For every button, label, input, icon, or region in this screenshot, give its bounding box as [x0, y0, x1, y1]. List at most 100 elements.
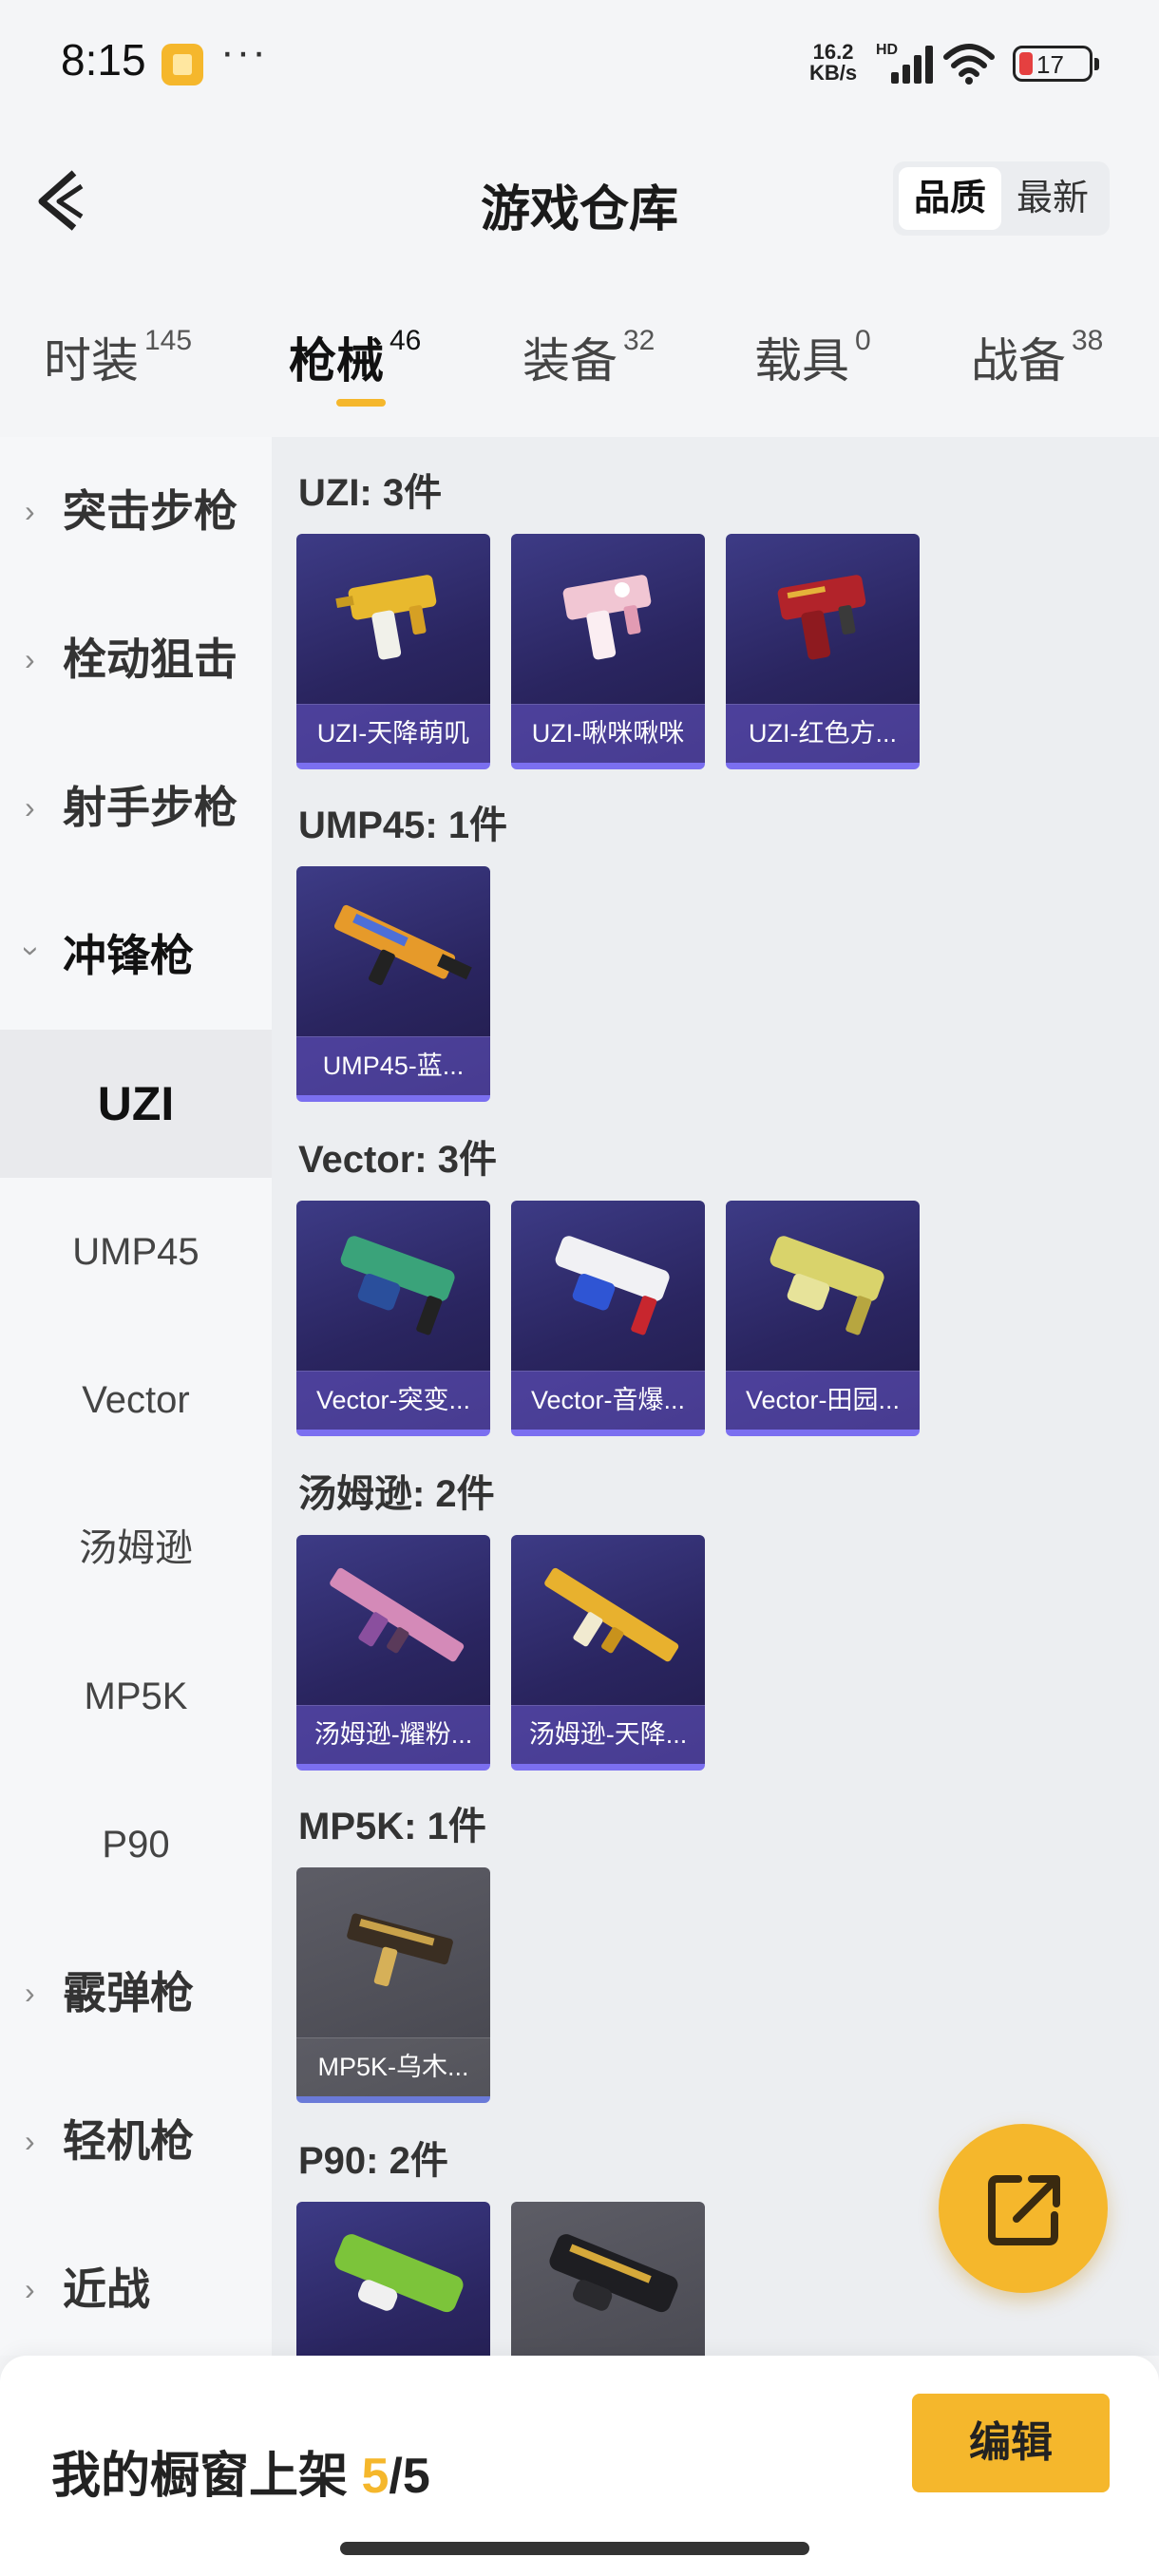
share-icon	[988, 2175, 1060, 2245]
sort-latest-button[interactable]: 最新	[1001, 167, 1104, 230]
tab-label: 时装	[44, 334, 139, 388]
group-title-uzi: UZI: 3件	[298, 472, 443, 514]
uzi-skin-icon	[335, 575, 437, 660]
uzi-skin-icon	[777, 575, 866, 660]
tab-count: 0	[855, 325, 871, 356]
sidebar-item-label: 近战	[63, 2264, 150, 2314]
sidebar-sub-uzi[interactable]: UZI	[0, 1030, 272, 1178]
sidebar-item-label: 射手步枪	[63, 783, 238, 832]
chevron-right-icon: ›	[25, 1976, 35, 2010]
sidebar-item-marksman-rifle[interactable]: › 射手步枪	[0, 733, 272, 881]
showcase-label: 我的橱窗上架	[51, 2449, 349, 2504]
notification-app-icon	[162, 44, 203, 85]
edit-button[interactable]: 编辑	[912, 2394, 1110, 2492]
battery-icon: 17	[1013, 46, 1099, 82]
thompson-skin-icon	[544, 1567, 679, 1662]
weapon-name: Vector-音爆...	[530, 1386, 686, 1414]
ump45-skin-icon	[333, 904, 472, 986]
uzi-skin-icon	[562, 575, 652, 660]
sidebar-item-melee[interactable]: › 近战	[0, 2215, 272, 2363]
weapon-card[interactable]	[296, 2202, 490, 2356]
group-title-vector: Vector: 3件	[298, 1139, 497, 1181]
thompson-skin-icon	[330, 1567, 465, 1662]
sidebar-item-assault-rifle[interactable]: › 突击步枪	[0, 437, 272, 585]
weapon-name: 汤姆逊-耀粉...	[314, 1720, 473, 1749]
tab-count: 38	[1072, 325, 1104, 356]
sidebar-item-label: 冲锋枪	[63, 931, 194, 980]
bottom-bar: 我的橱窗上架 5/5 编辑	[0, 2356, 1159, 2576]
sidebar-sub-ump45[interactable]: UMP45	[0, 1178, 272, 1326]
vector-skin-icon	[340, 1236, 455, 1335]
sidebar-sub-mp5k[interactable]: MP5K	[0, 1622, 272, 1771]
tab-count: 145	[144, 325, 193, 356]
sidebar-item-label: 霰弹枪	[63, 1968, 194, 2017]
sidebar-sub-p90[interactable]: P90	[0, 1771, 272, 1919]
item-grid: UZI: 3件 UZI-天降萌叽 UZI-啾咪啾咪 UZI-红色方... UMP…	[272, 437, 1159, 2356]
weapon-name: UZI-天降萌叽	[316, 719, 470, 748]
showcase-separator: /	[389, 2449, 403, 2504]
showcase-status: 我的橱窗上架 5/5	[51, 2435, 430, 2507]
sidebar-item-label: 轻机枪	[63, 2116, 194, 2166]
network-speed-value: 16.2	[812, 40, 854, 64]
tab-fashion[interactable]: 时装 145	[44, 323, 192, 391]
wifi-icon	[943, 44, 995, 85]
sidebar-sub-vector[interactable]: Vector	[0, 1326, 272, 1474]
tab-label: 载具	[754, 334, 849, 388]
sidebar-item-label: 栓动狙击	[63, 635, 238, 684]
signal-icon	[878, 46, 933, 84]
tab-equipment[interactable]: 装备 32	[522, 323, 655, 391]
weapon-card[interactable]: Vector-田园...	[726, 1201, 920, 1436]
mp5k-skin-icon	[347, 1913, 453, 1987]
tab-vehicles[interactable]: 载具 0	[754, 323, 871, 391]
weapon-card[interactable]: UZI-天降萌叽	[296, 534, 490, 769]
chevron-right-icon: ›	[25, 2272, 35, 2306]
group-title-mp5k: MP5K: 1件	[298, 1806, 486, 1847]
weapon-card[interactable]: MP5K-乌木...	[296, 1867, 490, 2103]
weapon-name: UZI-啾咪啾咪	[531, 719, 685, 748]
weapon-card[interactable]: 汤姆逊-天降...	[511, 1535, 705, 1771]
weapon-card[interactable]	[511, 2202, 705, 2356]
weapon-card[interactable]: UZI-红色方...	[726, 534, 920, 769]
chevron-right-icon: ›	[25, 790, 35, 824]
p90-skin-icon	[334, 2234, 464, 2313]
more-notifications: ···	[220, 28, 268, 75]
showcase-current: 5	[361, 2449, 390, 2504]
sidebar-item-smg[interactable]: › 冲锋枪	[0, 881, 272, 1030]
vector-skin-icon	[555, 1236, 670, 1335]
share-button[interactable]	[939, 2124, 1108, 2293]
showcase-total: 5	[402, 2449, 430, 2504]
weapon-card[interactable]: UMP45-蓝...	[296, 866, 490, 1102]
chevron-right-icon: ›	[25, 642, 35, 676]
status-bar: 8:15 ··· 16.2 KB/s HD 17	[0, 0, 1159, 123]
tab-supplies[interactable]: 战备 38	[971, 323, 1103, 391]
sidebar-item-bolt-sniper[interactable]: › 栓动狙击	[0, 585, 272, 733]
weapon-name: Vector-田园...	[745, 1386, 901, 1414]
weapon-card[interactable]: 汤姆逊-耀粉...	[296, 1535, 490, 1771]
weapon-name: 汤姆逊-天降...	[528, 1720, 688, 1749]
group-title-thompson: 汤姆逊: 2件	[298, 1473, 495, 1515]
weapon-card[interactable]: Vector-音爆...	[511, 1201, 705, 1436]
network-speed: 16.2 KB/s	[809, 42, 857, 84]
sort-toggle: 品质 最新	[893, 161, 1110, 236]
sidebar-sub-thompson[interactable]: 汤姆逊	[0, 1474, 272, 1622]
weapon-name: UZI-红色方...	[749, 719, 897, 748]
weapon-card[interactable]: UZI-啾咪啾咪	[511, 534, 705, 769]
weapon-card[interactable]: Vector-突变...	[296, 1201, 490, 1436]
tab-label: 枪械	[289, 334, 384, 388]
sidebar-item-label: 突击步枪	[63, 486, 238, 536]
tab-count: 32	[623, 325, 656, 356]
active-tab-indicator	[336, 399, 386, 407]
tab-label: 装备	[522, 334, 618, 388]
group-title-p90: P90: 2件	[298, 2140, 448, 2182]
home-indicator[interactable]	[340, 2542, 809, 2555]
weapon-name: MP5K-乌木...	[317, 2053, 469, 2081]
sort-quality-button[interactable]: 品质	[899, 167, 1001, 230]
tab-count: 46	[390, 325, 422, 356]
weapon-name: UMP45-蓝...	[322, 1051, 465, 1080]
sidebar-item-lmg[interactable]: › 轻机枪	[0, 2067, 272, 2215]
chevron-right-icon: ›	[25, 494, 35, 528]
sidebar-item-shotgun[interactable]: › 霰弹枪	[0, 1919, 272, 2067]
tab-firearms[interactable]: 枪械 46	[289, 323, 421, 391]
status-time: 8:15	[61, 35, 146, 85]
p90-skin-icon	[549, 2234, 678, 2313]
